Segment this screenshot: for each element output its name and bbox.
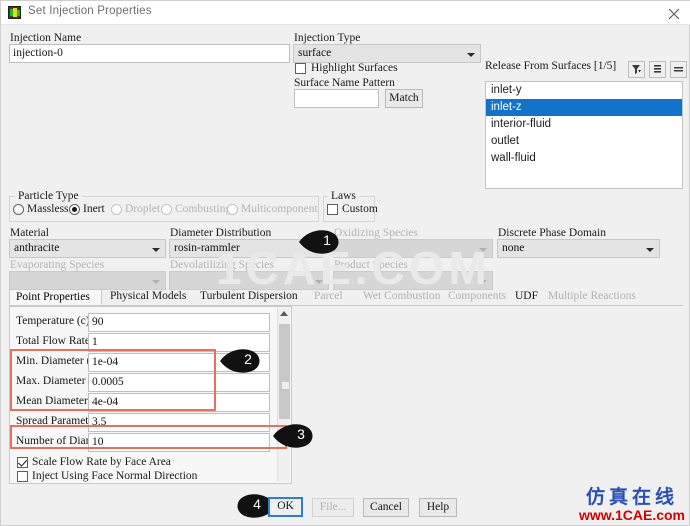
watermark-logo: 仿真在线 www.1CAE.com xyxy=(579,488,685,523)
title-bar: Set Injection Properties xyxy=(1,1,690,25)
inject-face-normal-label: Inject Using Face Normal Direction xyxy=(32,470,198,482)
radio-multicomponent-label: Multicomponent xyxy=(241,203,318,215)
match-button[interactable]: Match xyxy=(385,89,423,108)
tab-udf[interactable]: UDF xyxy=(509,289,541,305)
tab-turbulent-dispersion[interactable]: Turbulent Dispersion xyxy=(194,289,307,305)
close-icon[interactable] xyxy=(663,4,685,22)
inject-face-normal-checkbox[interactable] xyxy=(17,471,28,482)
temperature-input[interactable]: 90 xyxy=(88,313,270,332)
properties-scrollbar[interactable] xyxy=(277,308,290,482)
radio-combusting[interactable] xyxy=(161,204,172,215)
surface-name-pattern-input[interactable] xyxy=(294,89,379,108)
callout-2: 2 xyxy=(218,348,264,374)
discrete-phase-domain-value: none xyxy=(502,242,525,254)
chevron-down-icon xyxy=(646,248,654,252)
release-from-surfaces-list[interactable]: inlet-y inlet-z interior-fluid outlet wa… xyxy=(485,81,683,189)
custom-laws-checkbox[interactable] xyxy=(327,204,338,215)
callout-number: 2 xyxy=(244,351,252,367)
radio-massless[interactable] xyxy=(13,204,24,215)
filter-icon-button[interactable] xyxy=(628,61,645,78)
injection-type-value: surface xyxy=(298,47,332,59)
tab-wet-combustion[interactable]: Wet Combustion xyxy=(357,289,441,305)
callout-number: 4 xyxy=(253,496,261,512)
cancel-button[interactable]: Cancel xyxy=(363,498,409,517)
radio-combusting-label: Combusting xyxy=(175,203,232,215)
radio-multicomponent[interactable] xyxy=(227,204,238,215)
list-item[interactable]: inlet-z xyxy=(486,99,682,116)
diameter-distribution-label: Diameter Distribution xyxy=(170,227,272,239)
chevron-down-icon xyxy=(479,248,487,252)
ok-button[interactable]: OK xyxy=(268,497,303,517)
scrollbar-thumb[interactable] xyxy=(279,324,290,419)
set-injection-properties-dialog: Set Injection Properties Injection Name … xyxy=(0,0,690,526)
devolatilizing-species-select xyxy=(169,271,329,290)
chevron-down-icon xyxy=(467,53,475,57)
list-item[interactable]: interior-fluid xyxy=(486,116,682,133)
tab-strip: Point Properties Physical Models Turbule… xyxy=(9,289,683,306)
material-value: anthracite xyxy=(14,242,60,254)
diameter-distribution-value: rosin-rammler xyxy=(174,242,240,254)
highlight-surfaces-checkbox[interactable] xyxy=(295,63,306,74)
release-from-surfaces-label: Release From Surfaces [1/5] xyxy=(485,60,617,72)
radio-droplet[interactable] xyxy=(111,204,122,215)
callout-3: 3 xyxy=(271,423,317,449)
radio-massless-label: Massless xyxy=(27,203,69,215)
chevron-down-icon xyxy=(152,280,160,284)
radio-droplet-label: Droplet xyxy=(125,203,161,215)
help-button[interactable]: Help xyxy=(419,498,457,517)
oxidizing-species-select xyxy=(333,239,493,258)
list-item[interactable]: wall-fluid xyxy=(486,150,682,167)
tab-physical-models[interactable]: Physical Models xyxy=(104,289,193,305)
radio-inert-label: Inert xyxy=(83,203,105,215)
tab-multiple-reactions[interactable]: Multiple Reactions xyxy=(542,289,643,305)
tab-point-properties[interactable]: Point Properties xyxy=(9,289,102,305)
surface-name-pattern-label: Surface Name Pattern xyxy=(294,77,395,89)
material-label: Material xyxy=(10,227,49,239)
tab-parcel[interactable]: Parcel xyxy=(308,289,356,305)
collapse-icon-button[interactable] xyxy=(670,61,687,78)
scale-flow-rate-checkbox[interactable] xyxy=(17,457,28,468)
injection-type-label: Injection Type xyxy=(294,32,361,44)
evaporating-species-select xyxy=(9,271,166,290)
custom-laws-label: Custom xyxy=(342,203,378,215)
file-button[interactable]: File... xyxy=(312,498,354,517)
list-item[interactable]: outlet xyxy=(486,133,682,150)
product-species-label: Product Species xyxy=(334,259,408,271)
oxidizing-species-label: Oxidizing Species xyxy=(334,227,418,239)
page-title: Set Injection Properties xyxy=(28,5,152,17)
evaporating-species-label: Evaporating Species xyxy=(10,259,105,271)
property-label: Temperature (c) xyxy=(16,315,90,327)
callout-number: 1 xyxy=(323,232,331,248)
scale-flow-rate-label: Scale Flow Rate by Face Area xyxy=(32,456,171,468)
tab-components[interactable]: Components xyxy=(442,289,508,305)
callout-1: 1 xyxy=(297,229,343,255)
laws-label: Laws xyxy=(328,190,359,202)
fluent-app-icon xyxy=(8,6,21,19)
highlight-surfaces-label: Highlight Surfaces xyxy=(311,62,398,74)
chevron-down-icon xyxy=(152,248,160,252)
material-select[interactable]: anthracite xyxy=(9,239,166,258)
discrete-phase-domain-select[interactable]: none xyxy=(497,239,660,258)
product-species-select xyxy=(333,271,493,290)
chevron-down-icon xyxy=(315,280,323,284)
particle-type-label: Particle Type xyxy=(15,190,82,202)
watermark-cn-text: 仿真在线 xyxy=(585,487,678,508)
discrete-phase-domain-label: Discrete Phase Domain xyxy=(498,227,606,239)
watermark-en-text: www.1CAE.com xyxy=(578,507,685,523)
callout-number: 3 xyxy=(297,426,305,442)
highlight-diameter-fields xyxy=(10,349,216,411)
devolatilizing-species-label: Devolatilizing Species xyxy=(170,259,274,271)
scroll-up-icon[interactable] xyxy=(280,311,288,316)
highlight-number-of-diameters xyxy=(10,425,287,449)
list-icon-button[interactable] xyxy=(649,61,666,78)
chevron-down-icon xyxy=(479,280,487,284)
injection-name-input[interactable]: injection-0 xyxy=(9,44,290,63)
injection-type-select[interactable]: surface xyxy=(293,44,481,63)
injection-name-label: Injection Name xyxy=(10,32,82,44)
list-item[interactable]: inlet-y xyxy=(486,82,682,99)
radio-inert[interactable] xyxy=(69,204,80,215)
